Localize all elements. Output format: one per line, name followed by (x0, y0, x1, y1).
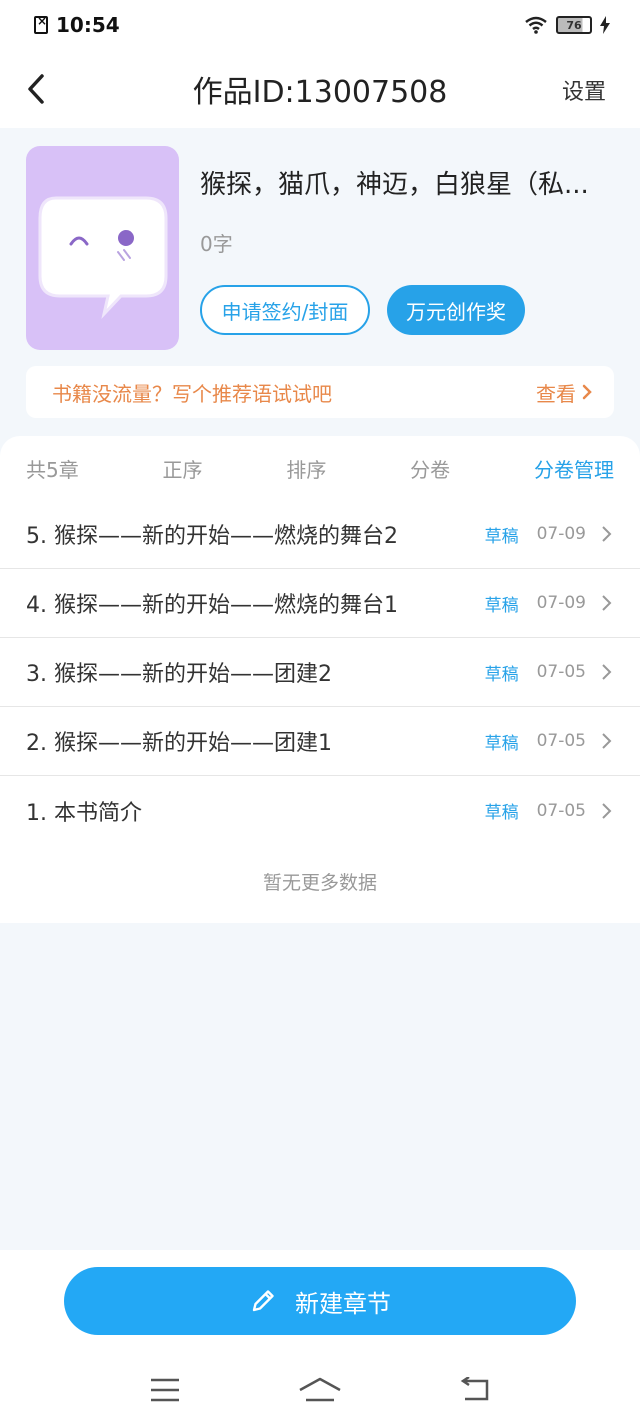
system-nav-bar (0, 1360, 640, 1420)
bottom-panel: 新建章节 (0, 1250, 640, 1427)
chapter-date: 07-09 (536, 593, 586, 613)
pencil-icon (252, 1290, 274, 1312)
chevron-right-icon (602, 526, 612, 542)
view-label: 查看 (536, 381, 576, 406)
back-nav-icon[interactable] (459, 1377, 491, 1403)
status-time: 10:54 (56, 13, 120, 37)
chapter-status: 草稿 (484, 733, 519, 754)
chapter-row[interactable]: 5. 猴探——新的开始——燃烧的舞台2 草稿 07-09 (0, 500, 640, 569)
chevron-right-icon (602, 595, 612, 611)
chapter-date: 07-05 (536, 731, 586, 751)
new-chapter-button[interactable]: 新建章节 (64, 1267, 576, 1335)
book-title: 猴探，猫爪，神迈，白狼星（私... (200, 170, 589, 200)
sort-button[interactable]: 排序 (286, 454, 326, 483)
book-info: 猴探，猫爪，神迈，白狼星（私... 0字 申请签约/封面 万元创作奖 书籍没流量… (0, 128, 640, 428)
title-bar: 作品ID:13007508 设置 (0, 50, 640, 128)
word-count: 0字 (200, 232, 233, 256)
chapter-status: 草稿 (484, 664, 519, 685)
chapter-title: 5. 猴探——新的开始——燃烧的舞台2 (26, 524, 398, 549)
chapter-title: 2. 猴探——新的开始——团建1 (26, 731, 332, 756)
page-title: 作品ID:13007508 (192, 75, 448, 110)
settings-button[interactable]: 设置 (562, 74, 606, 106)
chapter-date: 07-05 (536, 800, 586, 821)
chapter-date: 07-05 (536, 662, 586, 682)
chevron-right-icon (582, 384, 592, 400)
chevron-right-icon (602, 733, 612, 749)
volume-manage-button[interactable]: 分卷管理 (534, 454, 614, 483)
charging-icon (600, 16, 610, 34)
recommend-tip-text: 书籍没流量？写个推荐语试试吧 (52, 381, 332, 406)
chevron-right-icon (602, 802, 612, 819)
book-cover[interactable] (26, 146, 179, 350)
status-icons: 76 (524, 16, 610, 34)
chapter-list-card: 共5章 正序 排序 分卷 分卷管理 5. 猴探——新的开始——燃烧的舞台2 草稿… (0, 436, 640, 923)
award-button[interactable]: 万元创作奖 (387, 285, 525, 335)
chapter-count: 共5章 (26, 457, 79, 482)
status-bar: 10:54 76 (0, 0, 640, 50)
chapter-row[interactable]: 4. 猴探——新的开始——燃烧的舞台1 草稿 07-09 (0, 569, 640, 638)
chapter-date: 07-09 (536, 524, 586, 544)
chevron-right-icon (602, 664, 612, 680)
chapter-row[interactable]: 3. 猴探——新的开始——团建2 草稿 07-05 (0, 638, 640, 707)
no-sim-icon (34, 14, 48, 34)
order-button[interactable]: 正序 (163, 454, 203, 483)
list-toolbar: 共5章 正序 排序 分卷 分卷管理 (0, 436, 640, 500)
recommend-tip-bar[interactable]: 书籍没流量？写个推荐语试试吧 查看 (26, 366, 614, 418)
chapter-title: 1. 本书简介 (26, 800, 142, 826)
chapter-status: 草稿 (484, 526, 519, 547)
chapter-title: 3. 猴探——新的开始——团建2 (26, 662, 332, 687)
wifi-icon (525, 16, 547, 34)
chat-bubble-icon (38, 196, 168, 319)
chapter-row[interactable]: 1. 本书简介 草稿 07-05 (0, 776, 640, 845)
new-chapter-label: 新建章节 (295, 1289, 391, 1318)
apply-sign-button[interactable]: 申请签约/封面 (200, 285, 370, 335)
chapter-status: 草稿 (484, 595, 519, 616)
chapter-status: 草稿 (484, 803, 519, 823)
view-link[interactable]: 查看 (536, 378, 592, 407)
chapter-row[interactable]: 2. 猴探——新的开始——团建1 草稿 07-05 (0, 707, 640, 776)
chapter-title: 4. 猴探——新的开始——燃烧的舞台1 (26, 593, 398, 618)
no-more-data: 暂无更多数据 (262, 872, 377, 894)
battery-icon: 76 (556, 16, 592, 34)
menu-icon[interactable] (149, 1377, 181, 1403)
volume-button[interactable]: 分卷 (410, 454, 450, 483)
back-icon[interactable] (22, 70, 52, 108)
home-icon[interactable] (298, 1376, 342, 1404)
